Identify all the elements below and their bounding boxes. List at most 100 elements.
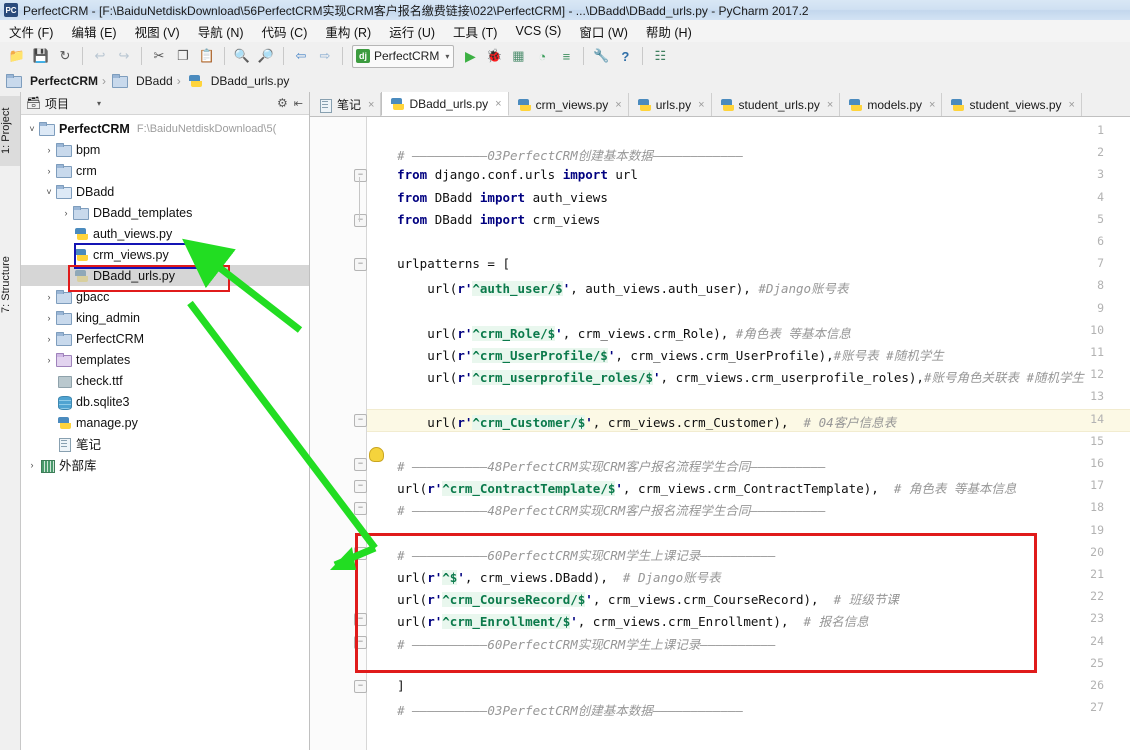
token-rpfx: ': [585, 414, 593, 430]
tree-item-DBadd_urls.py[interactable]: DBadd_urls.py: [21, 265, 309, 286]
close-icon[interactable]: ×: [1069, 99, 1075, 111]
close-icon[interactable]: ×: [929, 99, 935, 111]
chevron-right-icon[interactable]: ›: [42, 334, 56, 344]
tree-item-king_admin[interactable]: › king_admin: [21, 307, 309, 328]
profile-icon[interactable]: ◔: [531, 45, 553, 67]
undo-icon[interactable]: ↩: [89, 45, 111, 67]
token-rpfx: r': [427, 614, 443, 630]
menu-item-6[interactable]: 运行 (U): [380, 20, 444, 43]
tree-item-DBadd_templates[interactable]: › DBadd_templates: [21, 202, 309, 223]
settings-icon[interactable]: 🔧: [590, 45, 612, 67]
toolbar-divider-2: [141, 47, 142, 65]
run-with-console-icon[interactable]: ≡: [555, 45, 577, 67]
copy-icon[interactable]: ❐: [172, 45, 194, 67]
search-icon[interactable]: 🔍: [231, 45, 253, 67]
chevron-right-icon[interactable]: ›: [42, 166, 56, 176]
editor-tab---[interactable]: 笔记 ×: [310, 93, 382, 116]
close-icon[interactable]: ×: [827, 99, 833, 111]
paste-icon[interactable]: 📋: [196, 45, 218, 67]
redo-icon[interactable]: ↪: [113, 45, 135, 67]
tree-item-DBadd[interactable]: ˅ DBadd: [21, 181, 309, 202]
chevron-right-icon[interactable]: ›: [42, 313, 56, 323]
intention-bulb-icon[interactable]: [369, 447, 384, 462]
code-fold-toggle-3[interactable]: −: [354, 169, 367, 183]
tree-item-crm_views.py[interactable]: crm_views.py: [21, 244, 309, 265]
tree-item-auth_views.py[interactable]: auth_views.py: [21, 223, 309, 244]
breadcrumb-item-1[interactable]: DBadd: [106, 73, 177, 89]
chevron-right-icon[interactable]: ›: [25, 460, 39, 470]
run-configuration-selector[interactable]: dj PerfectCRM ▾: [352, 44, 455, 68]
close-icon[interactable]: ×: [368, 99, 374, 111]
open-folder-icon[interactable]: 📁: [6, 45, 28, 67]
menu-item-9[interactable]: 窗口 (W): [570, 20, 637, 43]
menu-item-2[interactable]: 视图 (V): [126, 20, 189, 43]
save-all-icon[interactable]: 💾: [30, 45, 52, 67]
back-icon[interactable]: ⇦: [290, 45, 312, 67]
tree-item-check.ttf[interactable]: check.ttf: [21, 370, 309, 391]
tree-item-外部库[interactable]: › 外部库: [21, 454, 309, 475]
editor-tab-urls-py[interactable]: urls.py ×: [628, 93, 712, 116]
close-icon[interactable]: ×: [495, 98, 501, 110]
editor-tab-student-views-py[interactable]: student_views.py ×: [942, 93, 1082, 116]
chevron-right-icon[interactable]: ›: [42, 355, 56, 365]
close-icon[interactable]: ×: [698, 99, 704, 111]
coverage-icon[interactable]: ▦: [507, 45, 529, 67]
editor-tab-dbadd-urls-py[interactable]: DBadd_urls.py ×: [381, 92, 509, 116]
help-icon[interactable]: ?: [614, 45, 636, 67]
code-fold-toggle-17[interactable]: −: [354, 480, 367, 494]
code-fold-toggle-18[interactable]: −: [354, 502, 367, 516]
menu-item-4[interactable]: 代码 (C): [253, 20, 317, 43]
debug-icon[interactable]: 🐞: [483, 45, 505, 67]
tree-item-笔记[interactable]: 笔记: [21, 433, 309, 454]
code-fold-toggle-24[interactable]: −: [354, 635, 367, 649]
sidebar-item-structure[interactable]: 7: Structure: [0, 242, 20, 328]
sync-icon[interactable]: ↻: [54, 45, 76, 67]
sidebar-item-project[interactable]: 1: Project: [0, 96, 20, 166]
menu-item-7[interactable]: 工具 (T): [444, 20, 506, 43]
run-icon[interactable]: ▶: [459, 45, 481, 67]
breadcrumb-item-0[interactable]: PerfectCRM: [0, 73, 102, 89]
gear-icon[interactable]: ⚙: [277, 96, 288, 110]
code-fold-toggle-26[interactable]: −: [354, 680, 367, 693]
chevron-down-icon[interactable]: ˅: [25, 124, 39, 134]
close-icon[interactable]: ×: [615, 99, 621, 111]
menu-item-3[interactable]: 导航 (N): [189, 20, 253, 43]
chevron-right-icon[interactable]: ›: [59, 208, 73, 218]
tree-item-bpm[interactable]: › bpm: [21, 139, 309, 160]
toolbar-divider-5: [342, 47, 343, 65]
chevron-down-icon[interactable]: ˅: [42, 187, 56, 197]
code-line-18: # ——————————48PerfectCRM实现CRM客户报名流程学生合同—…: [367, 500, 825, 519]
editor-tab-crm-views-py[interactable]: crm_views.py ×: [508, 93, 629, 116]
chevron-right-icon[interactable]: ›: [42, 292, 56, 302]
tree-item-manage.py[interactable]: manage.py: [21, 412, 309, 433]
menu-item-5[interactable]: 重构 (R): [316, 20, 380, 43]
tree-item-gbacc[interactable]: › gbacc: [21, 286, 309, 307]
editor-tab-models-py[interactable]: models.py ×: [840, 93, 943, 116]
project-structure-icon[interactable]: ☷: [649, 45, 671, 67]
breadcrumb-item-2[interactable]: DBadd_urls.py: [181, 73, 294, 89]
tree-item-db.sqlite3[interactable]: db.sqlite3: [21, 391, 309, 412]
code-fold-toggle-5[interactable]: −: [354, 213, 367, 227]
tree-item-crm[interactable]: › crm: [21, 160, 309, 181]
tree-item-PerfectCRM[interactable]: › PerfectCRM: [21, 328, 309, 349]
editor-tab-student-urls-py[interactable]: student_urls.py ×: [711, 93, 841, 116]
code-fold-toggle-14[interactable]: −: [354, 413, 367, 427]
code-fold-toggle-16[interactable]: −: [354, 458, 367, 471]
code-fold-toggle-23[interactable]: −: [354, 613, 367, 627]
menu-item-1[interactable]: 编辑 (E): [62, 20, 125, 43]
menu-item-8[interactable]: VCS (S): [506, 22, 570, 40]
tree-item-PerfectCRM[interactable]: ˅ PerfectCRM F:\BaiduNetdiskDownload\5(: [21, 118, 309, 139]
cut-icon[interactable]: ✂: [148, 45, 170, 67]
menu-item-0[interactable]: 文件 (F): [0, 20, 62, 43]
chevron-down-icon[interactable]: ▾: [97, 99, 101, 108]
code-content[interactable]: # ——————————03PerfectCRM创建基本数据——————————…: [367, 117, 1130, 750]
collapse-all-icon[interactable]: ⇤: [294, 97, 303, 110]
menu-item-10[interactable]: 帮助 (H): [637, 20, 701, 43]
code-fold-toggle-7[interactable]: −: [354, 258, 367, 272]
code-editor[interactable]: 1 2 3 4 5 6 7 8 9 10 11 12 13 14 15 16 17 18 19 20 21 22 23 24 2…: [310, 117, 1130, 750]
tree-item-templates[interactable]: › templates: [21, 349, 309, 370]
code-fold-toggle-20[interactable]: −: [354, 546, 367, 560]
replace-icon[interactable]: 🔎: [255, 45, 277, 67]
chevron-right-icon[interactable]: ›: [42, 145, 56, 155]
forward-icon[interactable]: ⇨: [314, 45, 336, 67]
